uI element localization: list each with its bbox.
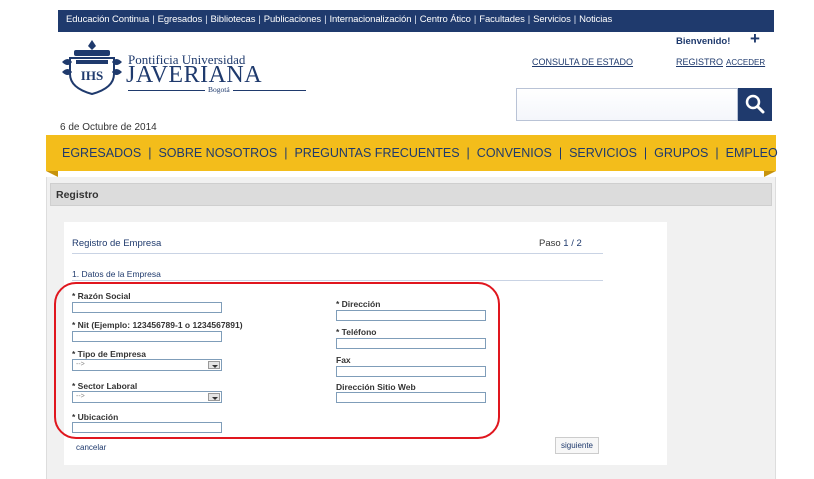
step-label: Paso — [539, 238, 561, 249]
separator: | — [205, 14, 208, 25]
separator: | — [258, 14, 261, 25]
separator: | — [573, 14, 577, 25]
ubicacion-label: * Ubicación — [72, 412, 119, 422]
nav-items: EGRESADOS | SOBRE NOSOTROS | PREGUNTAS FRECU… — [62, 146, 778, 160]
divider — [72, 253, 603, 254]
content-area: Registro Registro de Empresa Paso 1 / 2 … — [46, 177, 776, 479]
separator: | — [473, 14, 477, 25]
razon-social-input[interactable] — [72, 302, 222, 313]
nit-input[interactable] — [72, 331, 222, 342]
direccion-input[interactable] — [336, 310, 486, 321]
separator: | — [414, 14, 417, 25]
nav-grupos[interactable]: GRUPOS — [654, 146, 708, 160]
tipo-empresa-label: * Tipo de Empresa — [72, 349, 147, 359]
search-button[interactable] — [738, 88, 772, 121]
sitio-web-label: Dirección Sitio Web — [336, 382, 416, 392]
nav-separator: | — [558, 146, 563, 160]
step-indicator: Paso 1 / 2 — [539, 238, 582, 249]
top-link-egresados[interactable]: Egresados — [158, 14, 203, 25]
cancel-link[interactable]: cancelar — [76, 443, 106, 452]
top-link-publicaciones[interactable]: Publicaciones — [264, 14, 321, 25]
top-link-facultades[interactable]: Facultades — [479, 14, 525, 25]
logo-line2: JAVERIANA — [126, 62, 263, 88]
nav-separator: | — [284, 146, 288, 160]
tipo-empresa-select[interactable]: --> — [72, 359, 222, 371]
nav-preguntas-frecuentes[interactable]: PREGUNTAS FRECUENTES — [294, 146, 459, 160]
nav-sobre-nosotros[interactable]: SOBRE NOSOTROS — [158, 146, 277, 160]
acceder-link[interactable]: ACCEDER — [726, 58, 765, 67]
chevron-down-icon[interactable] — [208, 361, 220, 369]
razon-social-label: * Razón Social — [72, 291, 131, 301]
fax-label: Fax — [336, 355, 351, 365]
search-icon — [745, 94, 765, 114]
top-link-servicios[interactable]: Servicios — [533, 14, 571, 25]
nav-separator: | — [148, 146, 152, 160]
nav-convenios[interactable]: CONVENIOS — [477, 146, 552, 160]
university-logo[interactable]: IHS Pontificia Universidad JAVERIANA Bog… — [60, 38, 306, 98]
section-header: Registro — [50, 183, 772, 206]
divider — [72, 280, 603, 281]
nit-label: * Nit (Ejemplo: 123456789-1 o 1234567891… — [72, 320, 243, 330]
nav-egresados[interactable]: EGRESADOS — [62, 146, 141, 160]
nav-empleo[interactable]: EMPLEO — [726, 146, 778, 160]
sector-laboral-label: * Sector Laboral — [72, 381, 138, 391]
top-links-bar: Educación Continua | Egresados | Bibliotecas… — [58, 10, 774, 32]
sector-laboral-select[interactable]: --> — [72, 391, 222, 403]
university-seal-icon: IHS — [62, 40, 122, 96]
main-nav: EGRESADOS | SOBRE NOSOTROS | PREGUNTAS FRECU… — [46, 135, 778, 177]
direccion-label: * Dirección — [336, 299, 381, 309]
top-links: Educación Continua | Egresados | Bibliotecas… — [66, 14, 612, 25]
ubicacion-input[interactable] — [72, 422, 222, 433]
top-link-internacionalizacion[interactable]: Internacionalización — [329, 14, 411, 25]
nav-separator: | — [715, 146, 719, 160]
section-title: Registro — [56, 189, 99, 201]
welcome-text: Bienvenido! — [676, 36, 731, 47]
logo-city: Bogotá — [205, 85, 233, 94]
registro-link[interactable]: REGISTRO — [676, 57, 723, 67]
top-link-noticias[interactable]: Noticias — [579, 14, 612, 25]
registration-form: Registro de Empresa Paso 1 / 2 1. Datos … — [64, 222, 667, 465]
top-link-centro-atico[interactable]: Centro Ático — [420, 14, 471, 25]
form-subhead: 1. Datos de la Empresa — [72, 269, 161, 279]
telefono-input[interactable] — [336, 338, 486, 349]
top-link-educacion[interactable]: Educación Continua — [66, 14, 149, 25]
plus-icon[interactable]: + — [750, 29, 760, 49]
separator: | — [152, 14, 155, 25]
nav-separator: | — [643, 146, 648, 160]
step-value: 1 / 2 — [563, 238, 582, 249]
next-button[interactable]: siguiente — [555, 437, 599, 454]
sitio-web-input[interactable] — [336, 392, 486, 403]
nav-servicios[interactable]: SERVICIOS — [569, 146, 637, 160]
tipo-empresa-value: --> — [76, 361, 85, 368]
svg-text:IHS: IHS — [81, 68, 103, 83]
sector-laboral-value: --> — [76, 393, 85, 400]
consulta-estado-link[interactable]: CONSULTA DE ESTADO — [532, 57, 633, 67]
nav-separator: | — [466, 146, 470, 160]
form-title: Registro de Empresa — [72, 238, 162, 249]
search-input[interactable] — [516, 88, 738, 121]
fax-input[interactable] — [336, 366, 486, 377]
telefono-label: * Teléfono — [336, 327, 377, 337]
current-date: 6 de Octubre de 2014 — [60, 122, 157, 133]
top-link-bibliotecas[interactable]: Bibliotecas — [211, 14, 256, 25]
separator: | — [527, 14, 531, 25]
chevron-down-icon[interactable] — [208, 393, 220, 401]
